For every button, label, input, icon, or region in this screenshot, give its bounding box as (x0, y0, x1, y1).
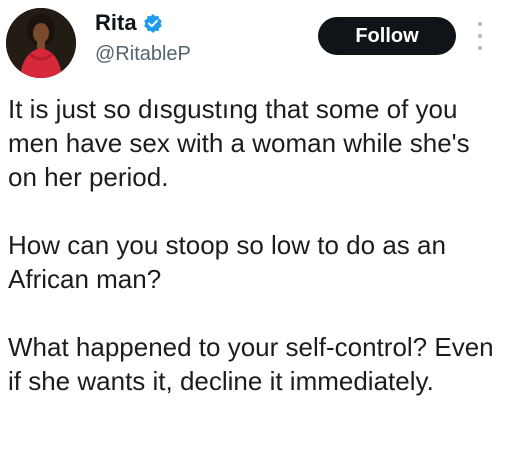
avatar[interactable] (6, 8, 76, 78)
tweet-paragraph: How can you stoop so low to do as an Afr… (8, 230, 446, 294)
more-dot (478, 22, 482, 26)
tweet-text: It is just so dısgustıng that some of yo… (8, 92, 500, 398)
more-dot (478, 34, 482, 38)
verified-badge-icon (143, 13, 163, 33)
tweet-paragraph: What happened to your self-control? Even… (8, 332, 494, 396)
tweet-card: Rita @RitableP Follow It is just so dısg… (0, 0, 506, 470)
author-handle[interactable]: @RitableP (95, 42, 191, 66)
more-dot (478, 46, 482, 50)
more-options-icon[interactable] (473, 22, 487, 50)
author-name-row: Rita (95, 10, 163, 36)
follow-button[interactable]: Follow (318, 17, 456, 55)
tweet-paragraph: It is just so dısgustıng that some of yo… (8, 94, 470, 192)
profile-photo (6, 8, 76, 78)
author-display-name[interactable]: Rita (95, 10, 137, 36)
